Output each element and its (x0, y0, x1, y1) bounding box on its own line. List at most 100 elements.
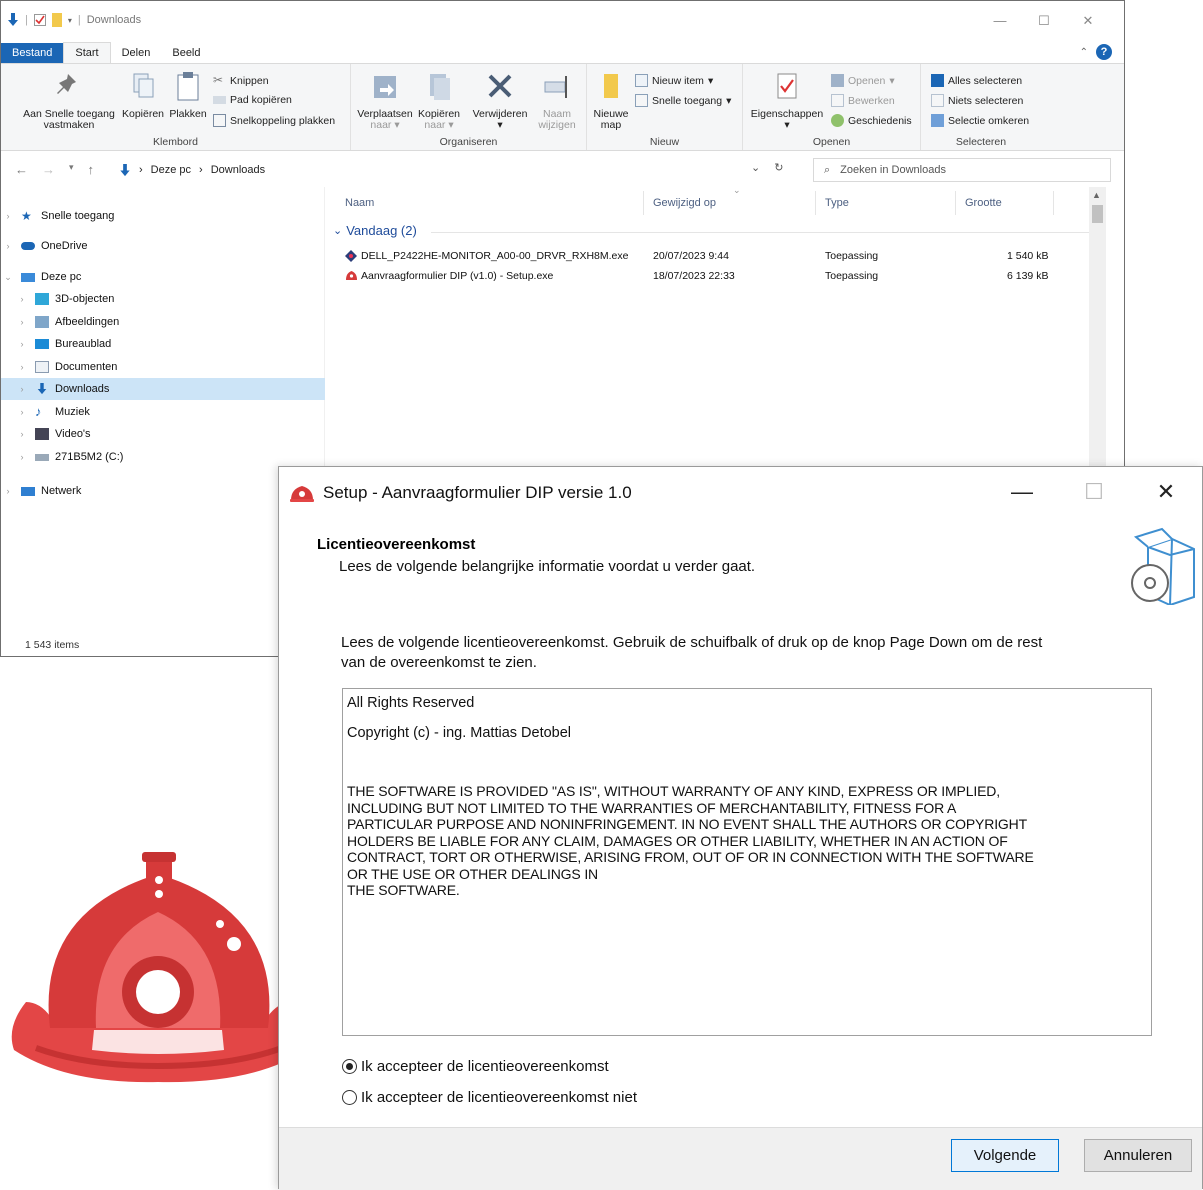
copy-path-button[interactable]: Pad kopiëren (213, 94, 292, 106)
column-size[interactable]: Grootte (965, 197, 1002, 209)
delete-button[interactable]: Verwijderen ▾ (469, 70, 531, 131)
radio-unselected-icon (342, 1090, 357, 1105)
move-to-button[interactable]: Verplaatsen naar ▾ (355, 70, 415, 131)
qat-dropdown-icon[interactable]: ▾ (68, 16, 72, 25)
group-label: Klembord (153, 136, 198, 148)
nav-3d-objects[interactable]: › 3D-objecten (1, 288, 325, 310)
history-button[interactable]: Geschiedenis (831, 114, 912, 127)
properties-button[interactable]: Eigenschappen ▾ (749, 70, 825, 131)
breadcrumb-downloads[interactable]: Downloads (211, 164, 265, 176)
cloud-icon (21, 242, 35, 250)
nav-music[interactable]: › ♪ Muziek (1, 401, 325, 423)
pin-icon (57, 74, 76, 94)
copy-to-button[interactable]: Kopiëren naar ▾ (415, 70, 463, 131)
group-select: Alles selecteren Niets selecteren Select… (921, 64, 1041, 150)
refresh-icon[interactable]: ↻ (774, 161, 783, 174)
navigation-buttons: ← → ▾ ↑ (15, 162, 94, 177)
computer-icon (21, 272, 35, 282)
nav-documents[interactable]: › Documenten (1, 356, 325, 378)
nav-onedrive[interactable]: › OneDrive (1, 235, 325, 257)
paste-shortcut-button[interactable]: Snelkoppeling plakken (213, 114, 335, 127)
network-icon (21, 486, 35, 496)
scroll-thumb[interactable] (1092, 205, 1103, 223)
nav-drive-c[interactable]: › 271B5M2 (C:) (1, 446, 325, 468)
page-subheading: Lees de volgende belangrijke informatie … (339, 558, 756, 575)
close-icon[interactable]: ✕ (1066, 13, 1110, 29)
invert-selection-icon (931, 114, 944, 127)
up-arrow-icon[interactable]: ↑ (88, 162, 95, 177)
copy-button[interactable]: Kopiëren (119, 70, 167, 120)
cancel-button[interactable]: Annuleren (1084, 1139, 1192, 1172)
breadcrumb-this-pc[interactable]: Deze pc (151, 164, 191, 176)
explorer-titlebar: | ▾ | Downloads — ☐ ✕ (1, 1, 1124, 37)
properties-check-icon[interactable] (33, 14, 46, 26)
download-arrow-icon[interactable] (7, 13, 19, 27)
scroll-up-icon[interactable]: ▲ (1092, 190, 1101, 200)
tab-share[interactable]: Delen (111, 43, 162, 63)
collapse-ribbon-icon[interactable]: ⌃ (1080, 47, 1088, 58)
file-row[interactable]: Aanvraagformulier DIP (v1.0) - Setup.exe… (345, 267, 1105, 287)
tab-file[interactable]: Bestand (1, 43, 64, 63)
select-none-button[interactable]: Niets selecteren (931, 94, 1023, 107)
column-modified[interactable]: Gewijzigd op (653, 197, 716, 209)
column-type[interactable]: Type (825, 197, 849, 209)
license-text-box[interactable]: All Rights Reserved Copyright (c) - ing.… (342, 688, 1152, 1036)
group-header-today[interactable]: ⌄ Vandaag (2) (333, 223, 417, 238)
minimize-icon[interactable]: — (986, 479, 1058, 505)
navigation-pane: › ★ Snelle toegang › OneDrive ⌄ Deze pc ›… (1, 187, 325, 627)
file-name: DELL_P2422HE-MONITOR_A00-00_DRVR_RXH8M.e… (361, 250, 629, 262)
rename-icon (544, 76, 567, 98)
new-item-icon (635, 74, 648, 87)
select-all-button[interactable]: Alles selecteren (931, 74, 1022, 87)
pin-quick-access-button[interactable]: Aan Snelle toegang vastmaken (19, 70, 119, 131)
forward-arrow-icon[interactable]: → (42, 162, 55, 177)
select-none-icon (931, 94, 944, 107)
new-item-button[interactable]: Nieuw item ▾ (635, 74, 713, 87)
help-icon[interactable]: ? (1096, 44, 1112, 60)
file-size: 1 540 kB (1007, 250, 1049, 262)
address-dropdown-icon[interactable]: ⌄ (751, 161, 760, 174)
cube-icon (35, 293, 49, 305)
search-input[interactable]: ⌕ Zoeken in Downloads (813, 158, 1111, 182)
next-button[interactable]: Volgende (951, 1139, 1059, 1172)
edit-button[interactable]: Bewerken (831, 94, 895, 107)
accept-license-radio[interactable]: Ik accepteer de licentieovereenkomst (342, 1058, 609, 1075)
setup-title: Setup - Aanvraagformulier DIP versie 1.0 (323, 483, 632, 502)
easy-access-button[interactable]: Snelle toegang ▾ (635, 94, 731, 107)
file-modified: 18/07/2023 22:33 (653, 270, 735, 282)
new-folder-icon[interactable] (51, 13, 62, 27)
nav-quick-access[interactable]: › ★ Snelle toegang (1, 205, 325, 227)
tab-view[interactable]: Beeld (161, 43, 211, 63)
recent-dropdown-icon[interactable]: ▾ (69, 162, 74, 177)
back-arrow-icon[interactable]: ← (15, 162, 28, 177)
decline-license-radio[interactable]: Ik accepteer de licentieovereenkomst nie… (342, 1089, 637, 1106)
nav-desktop[interactable]: › Bureaublad (1, 333, 325, 355)
folder-icon (604, 74, 618, 98)
file-row[interactable]: DELL_P2422HE-MONITOR_A00-00_DRVR_RXH8M.e… (345, 247, 1105, 267)
invert-selection-button[interactable]: Selectie omkeren (931, 114, 1029, 127)
cut-button[interactable]: ✂ Knippen (213, 74, 269, 87)
address-bar[interactable]: › Deze pc › Downloads (113, 158, 803, 182)
fire-helmet-illustration (11, 852, 309, 1083)
open-button[interactable]: Openen ▾ (831, 74, 895, 87)
nav-this-pc[interactable]: ⌄ Deze pc (1, 266, 325, 288)
nav-videos[interactable]: › Video's (1, 423, 325, 445)
collapse-chevron-icon: ⌄ (333, 225, 343, 237)
maximize-icon[interactable]: ☐ (1022, 13, 1066, 29)
column-name[interactable]: Naam (345, 197, 374, 209)
close-icon[interactable]: ✕ (1130, 479, 1202, 505)
nav-downloads[interactable]: › Downloads (1, 378, 325, 400)
quick-access-toolbar: | ▾ | Downloads (7, 13, 141, 27)
nav-network[interactable]: › Netwerk (1, 480, 325, 502)
nav-pictures[interactable]: › Afbeeldingen (1, 311, 325, 333)
license-rights: All Rights Reserved (347, 695, 475, 711)
rename-button[interactable]: Naam wijzigen (533, 70, 581, 131)
minimize-icon[interactable]: — (978, 13, 1022, 29)
help-area: ⌃ ? (1080, 44, 1112, 60)
file-name: Aanvraagformulier DIP (v1.0) - Setup.exe (361, 270, 554, 282)
move-to-icon (374, 76, 396, 98)
helmet-app-icon (345, 270, 358, 284)
paste-button[interactable]: Plakken (167, 70, 209, 120)
tab-start[interactable]: Start (63, 42, 111, 63)
new-folder-button[interactable]: Nieuwe map (589, 70, 633, 131)
